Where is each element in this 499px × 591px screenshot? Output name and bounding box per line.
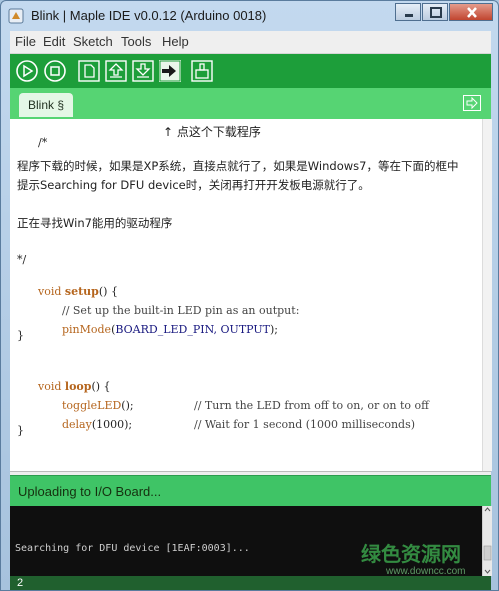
stop-icon xyxy=(44,60,66,82)
constants: BOARD_LED_PIN, OUTPUT xyxy=(115,323,270,336)
minimize-icon xyxy=(405,14,413,17)
save-icon xyxy=(132,60,154,82)
minimize-button[interactable] xyxy=(395,3,421,21)
maximize-icon xyxy=(430,7,442,18)
close-icon xyxy=(467,7,477,18)
menu-edit[interactable]: Edit xyxy=(43,34,65,49)
menu-bar: File Edit Sketch Tools Help xyxy=(10,31,491,54)
tab-bar: Blink § xyxy=(10,88,491,119)
comment-open: /* xyxy=(37,136,48,149)
new-file-icon xyxy=(78,60,100,82)
code-line: ↑ 点这个下载程序 xyxy=(163,125,261,139)
app-icon xyxy=(8,8,24,24)
upload-icon xyxy=(159,60,181,82)
status-bar: Uploading to I/O Board... xyxy=(10,475,491,507)
line-number: 2 xyxy=(17,577,24,589)
stop-button[interactable] xyxy=(44,60,66,82)
serial-monitor-icon xyxy=(191,60,213,82)
play-icon xyxy=(16,60,38,82)
maximize-button[interactable] xyxy=(422,3,448,21)
code-text: (1000); xyxy=(91,418,133,431)
console-scrollbar[interactable] xyxy=(482,506,492,576)
code-text: ); xyxy=(269,323,278,336)
menu-file[interactable]: File xyxy=(15,34,36,49)
open-button[interactable] xyxy=(105,60,127,82)
code-line: delay(1000); xyxy=(41,405,132,444)
code-line: // Wait for 1 second (1000 milliseconds) xyxy=(173,405,415,444)
menu-help[interactable]: Help xyxy=(162,34,189,49)
upload-button[interactable] xyxy=(159,60,181,82)
close-button[interactable] xyxy=(449,3,493,21)
editor-scrollbar[interactable] xyxy=(482,119,492,471)
serial-monitor-button[interactable] xyxy=(191,60,213,82)
console-text: Searching for DFU device [1EAF:0003]... xyxy=(15,543,250,554)
app-window: Blink | Maple IDE v0.0.12 (Arduino 0018)… xyxy=(0,0,499,591)
code-line: pinMode(BOARD_LED_PIN, OUTPUT); xyxy=(41,310,278,349)
code-line: } xyxy=(17,329,24,342)
function-call: pinMode xyxy=(61,323,112,336)
window-title: Blink | Maple IDE v0.0.12 (Arduino 0018) xyxy=(31,8,267,23)
watermark-url: www.downcc.com xyxy=(386,566,466,577)
open-icon xyxy=(105,60,127,82)
code-line: */ xyxy=(17,253,27,266)
tab-menu-button[interactable] xyxy=(463,95,481,111)
code-line: 提示Searching for DFU device时，关闭再打开开发板电源就行… xyxy=(17,178,370,192)
line-number-bar: 2 xyxy=(10,576,491,590)
watermark-logo: 绿色资源网 xyxy=(361,544,461,566)
code-line: 程序下载的时候，如果是XP系统，直接点就行了，如果是Windows7，等在下面的… xyxy=(17,159,459,173)
tab-menu-icon xyxy=(463,95,481,111)
tab-blink[interactable]: Blink § xyxy=(19,93,73,117)
code-editor[interactable]: /* ↑ 点这个下载程序 程序下载的时候，如果是XP系统，直接点就行了，如果是W… xyxy=(10,119,482,471)
code-line: 正在寻找Win7能用的驱动程序 xyxy=(17,216,173,230)
new-button[interactable] xyxy=(78,60,100,82)
menu-tools[interactable]: Tools xyxy=(121,34,151,49)
toolbar xyxy=(10,54,491,88)
menu-sketch[interactable]: Sketch xyxy=(73,34,113,49)
scroll-arrow-icon xyxy=(483,507,492,574)
save-button[interactable] xyxy=(132,60,154,82)
code-line: } xyxy=(17,424,24,437)
comment: // Wait for 1 second (1000 milliseconds) xyxy=(193,418,416,431)
code-line: /* xyxy=(17,123,47,162)
verify-button[interactable] xyxy=(16,60,38,82)
function-call: delay xyxy=(61,418,92,431)
status-message: Uploading to I/O Board... xyxy=(18,484,162,499)
title-bar[interactable]: Blink | Maple IDE v0.0.12 (Arduino 0018) xyxy=(1,1,498,31)
